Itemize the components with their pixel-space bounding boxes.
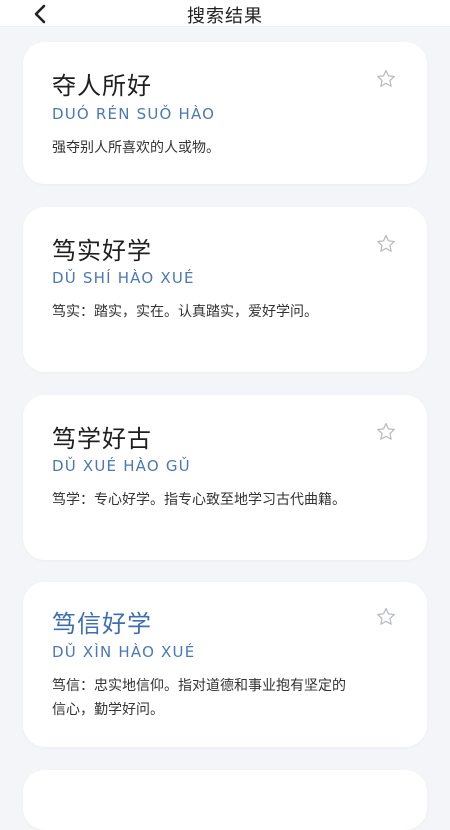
- idiom-word: 笃信好学: [52, 610, 152, 638]
- result-card[interactable]: 夺人所好 DUÓ RÉN SUǑ HÀO 强夺别人所喜欢的人或物。: [23, 42, 427, 184]
- idiom-description: 笃学：专心好学。指专心致至地学习古代曲籍。: [52, 492, 346, 508]
- page-title: 搜索结果: [187, 6, 263, 27]
- idiom-pinyin: DǓ XUÉ HÀO GǓ: [52, 457, 191, 475]
- favorite-button[interactable]: [375, 421, 397, 443]
- favorite-button[interactable]: [375, 68, 397, 90]
- idiom-pinyin: DǓ XÌN HÀO XUÉ: [52, 643, 196, 661]
- star-outline-icon: [377, 69, 395, 87]
- idiom-word: 笃实好学: [52, 237, 152, 265]
- idiom-word: 夺人所好: [52, 72, 152, 100]
- idiom-pinyin: DǓ SHÍ HÀO XUÉ: [52, 269, 195, 287]
- top-bar: 搜索结果: [0, 0, 450, 27]
- result-card[interactable]: [23, 770, 427, 830]
- idiom-description: 笃实：踏实，实在。认真踏实，爱好学问。: [52, 304, 318, 320]
- star-outline-icon: [377, 607, 395, 625]
- star-outline-icon: [377, 422, 395, 440]
- favorite-button[interactable]: [375, 233, 397, 255]
- result-card[interactable]: 笃信好学 DǓ XÌN HÀO XUÉ 笃信：忠实地信仰。指对道德和事业抱有坚定…: [23, 582, 427, 747]
- result-card[interactable]: 笃学好古 DǓ XUÉ HÀO GǓ 笃学：专心好学。指专心致至地学习古代曲籍。: [23, 395, 427, 560]
- result-card[interactable]: 笃实好学 DǓ SHÍ HÀO XUÉ 笃实：踏实，实在。认真踏实，爱好学问。: [23, 207, 427, 372]
- idiom-description: 笃信：忠实地信仰。指对道德和事业抱有坚定的信心，勤学好问。: [52, 678, 346, 718]
- idiom-pinyin: DUÓ RÉN SUǑ HÀO: [52, 105, 216, 123]
- idiom-word: 笃学好古: [52, 425, 152, 453]
- idiom-description: 强夺别人所喜欢的人或物。: [52, 140, 220, 156]
- star-outline-icon: [377, 234, 395, 252]
- favorite-button[interactable]: [375, 606, 397, 628]
